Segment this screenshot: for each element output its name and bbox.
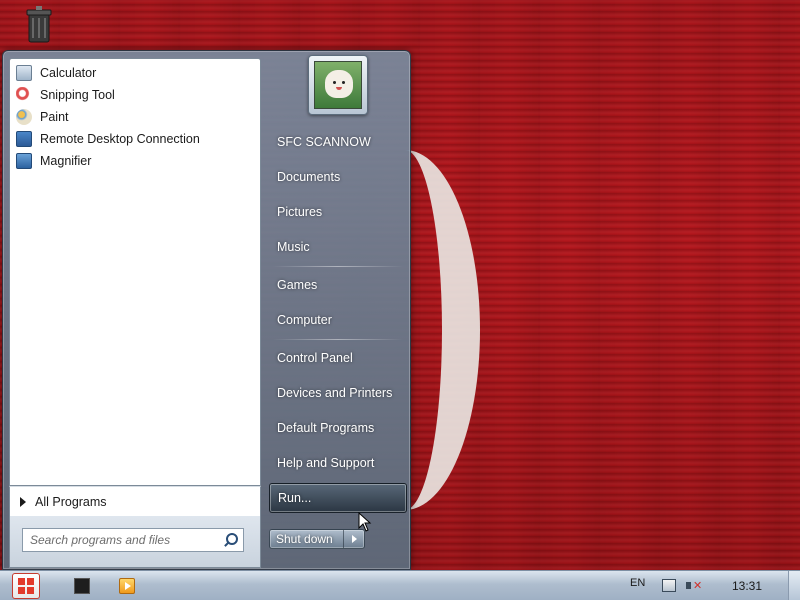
link-help-and-support[interactable]: Help and Support [269, 448, 407, 478]
clock[interactable]: 13:31 [718, 579, 776, 593]
program-snipping-tool[interactable]: Snipping Tool [10, 84, 260, 106]
shutdown-button-group: Shut down [269, 529, 365, 549]
link-devices-and-printers[interactable]: Devices and Printers [269, 378, 407, 408]
link-label: Control Panel [277, 351, 353, 365]
link-games[interactable]: Games [269, 270, 407, 300]
search-input[interactable] [23, 533, 221, 547]
program-paint[interactable]: Paint [10, 106, 260, 128]
link-sfc-scannow[interactable]: SFC SCANNOW [269, 127, 407, 157]
program-label: Paint [40, 110, 69, 124]
shutdown-label: Shut down [276, 532, 333, 546]
link-pictures[interactable]: Pictures [269, 197, 407, 227]
link-default-programs[interactable]: Default Programs [269, 413, 407, 443]
remote-desktop-icon [16, 131, 32, 147]
link-documents[interactable]: Documents [269, 162, 407, 192]
link-label: Help and Support [277, 456, 375, 470]
calculator-icon [16, 65, 32, 81]
taskbar: EN 13:31 [0, 570, 800, 600]
link-run[interactable]: Run... [269, 483, 407, 513]
link-computer[interactable]: Computer [269, 305, 407, 335]
link-label: SFC SCANNOW [277, 135, 371, 149]
separator [273, 266, 403, 267]
all-programs-label: All Programs [35, 494, 107, 509]
search-icon[interactable] [221, 531, 239, 549]
program-label: Snipping Tool [40, 88, 115, 102]
link-control-panel[interactable]: Control Panel [269, 343, 407, 373]
link-label: Run... [278, 491, 312, 505]
search-area [9, 516, 261, 568]
program-magnifier[interactable]: Magnifier [10, 150, 260, 172]
volume-muted-icon[interactable] [686, 579, 702, 593]
link-label: Default Programs [277, 421, 375, 435]
mouse-cursor-icon [358, 512, 372, 532]
user-picture [314, 61, 362, 109]
link-label: Devices and Printers [277, 386, 393, 400]
start-button[interactable] [12, 573, 40, 599]
shutdown-button[interactable]: Shut down [270, 530, 344, 548]
magnifier-icon [16, 153, 32, 169]
pinned-programs-list: Calculator Snipping Tool Paint Remote De… [10, 59, 260, 172]
all-programs-button[interactable]: All Programs [9, 486, 261, 516]
media-player-icon[interactable] [119, 578, 135, 594]
start-menu: Calculator Snipping Tool Paint Remote De… [2, 50, 411, 570]
program-label: Magnifier [40, 154, 92, 168]
program-label: Calculator [40, 66, 97, 80]
link-label: Music [277, 240, 310, 254]
snipping-tool-icon [16, 87, 32, 103]
shutdown-options-arrow-icon[interactable] [344, 530, 364, 548]
show-desktop-button[interactable] [788, 571, 800, 600]
network-icon[interactable] [662, 579, 676, 592]
command-prompt-icon[interactable] [74, 578, 90, 594]
lucky-cat-icon [325, 70, 353, 98]
program-calculator[interactable]: Calculator [10, 62, 260, 84]
program-label: Remote Desktop Connection [40, 132, 200, 146]
link-label: Games [277, 278, 318, 292]
link-music[interactable]: Music [269, 232, 407, 262]
recycle-bin-icon[interactable] [24, 4, 54, 44]
separator [273, 339, 403, 340]
link-label: Computer [277, 313, 332, 327]
link-label: Pictures [277, 205, 323, 219]
arrow-right-icon [20, 496, 26, 507]
pinned-programs-pane: Calculator Snipping Tool Paint Remote De… [9, 58, 261, 486]
link-label: Documents [277, 170, 341, 184]
program-remote-desktop[interactable]: Remote Desktop Connection [10, 128, 260, 150]
paint-icon [16, 109, 32, 125]
language-indicator[interactable]: EN [630, 577, 645, 589]
search-box[interactable] [22, 528, 244, 552]
user-avatar[interactable] [308, 55, 368, 115]
